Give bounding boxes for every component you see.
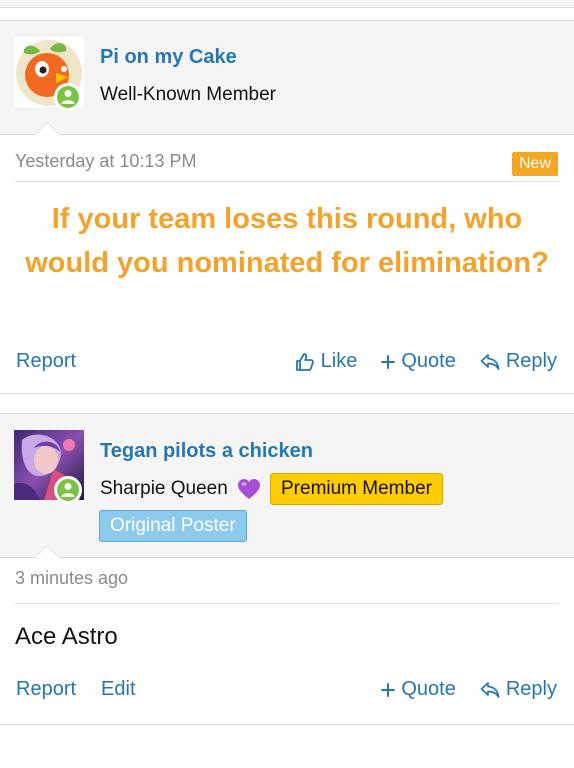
username[interactable]: Pi on my Cake	[100, 46, 237, 69]
like-label: Like	[320, 350, 358, 372]
report-link[interactable]: Report	[16, 678, 76, 701]
message-body: If your team loses this round, who would…	[25, 203, 549, 279]
username[interactable]: Tegan pilots a chicken	[100, 440, 313, 463]
plus-icon	[381, 682, 396, 697]
plus-icon	[381, 354, 396, 369]
report-link[interactable]: Report	[16, 350, 76, 373]
avatar[interactable]	[14, 37, 84, 111]
quote-label: Quote	[401, 350, 456, 372]
user-title: Sharpie Queen	[100, 478, 228, 499]
post: Tegan pilots a chicken Sharpie Queen Pre…	[0, 413, 574, 725]
user-title: Well-Known Member	[100, 84, 276, 105]
divider	[15, 603, 559, 604]
post-timestamp[interactable]: 3 minutes ago	[15, 568, 128, 589]
user-block: Tegan pilots a chicken Sharpie Queen Pre…	[0, 414, 574, 558]
reply-arrow-icon	[480, 353, 500, 370]
post-timestamp[interactable]: Yesterday at 10:13 PM	[15, 151, 196, 172]
quote-button[interactable]: Quote	[381, 678, 456, 701]
user-online-icon	[54, 83, 82, 111]
user-online-icon	[54, 476, 82, 504]
post-actions-left: Report Edit	[16, 678, 136, 701]
post: Pi on my Cake Well-Known Member Yesterda…	[0, 20, 574, 394]
reply-button[interactable]: Reply	[480, 350, 557, 373]
post-actions-right: Quote Reply	[381, 678, 557, 701]
premium-member-badge: Premium Member	[270, 473, 443, 505]
new-badge: New	[512, 152, 559, 176]
message-pointer	[34, 545, 60, 559]
edit-link[interactable]: Edit	[101, 678, 135, 701]
reply-label: Reply	[505, 678, 557, 700]
reply-arrow-icon	[480, 681, 500, 698]
previous-post-edge	[0, 0, 574, 8]
post-actions-left: Report	[16, 350, 76, 373]
purple-heart-icon	[238, 479, 260, 499]
thumbs-up-icon	[295, 352, 314, 371]
post-actions-right: Like Quote Reply	[295, 350, 557, 373]
reply-label: Reply	[505, 350, 557, 372]
message-body: Ace Astro	[15, 623, 118, 650]
divider	[15, 181, 559, 182]
avatar[interactable]	[14, 430, 84, 504]
user-block: Pi on my Cake Well-Known Member	[0, 21, 574, 135]
quote-label: Quote	[401, 678, 456, 700]
reply-button[interactable]: Reply	[480, 678, 557, 701]
like-button[interactable]: Like	[295, 350, 358, 373]
message-pointer	[34, 122, 60, 136]
original-poster-badge: Original Poster	[99, 510, 247, 542]
quote-button[interactable]: Quote	[381, 350, 456, 373]
